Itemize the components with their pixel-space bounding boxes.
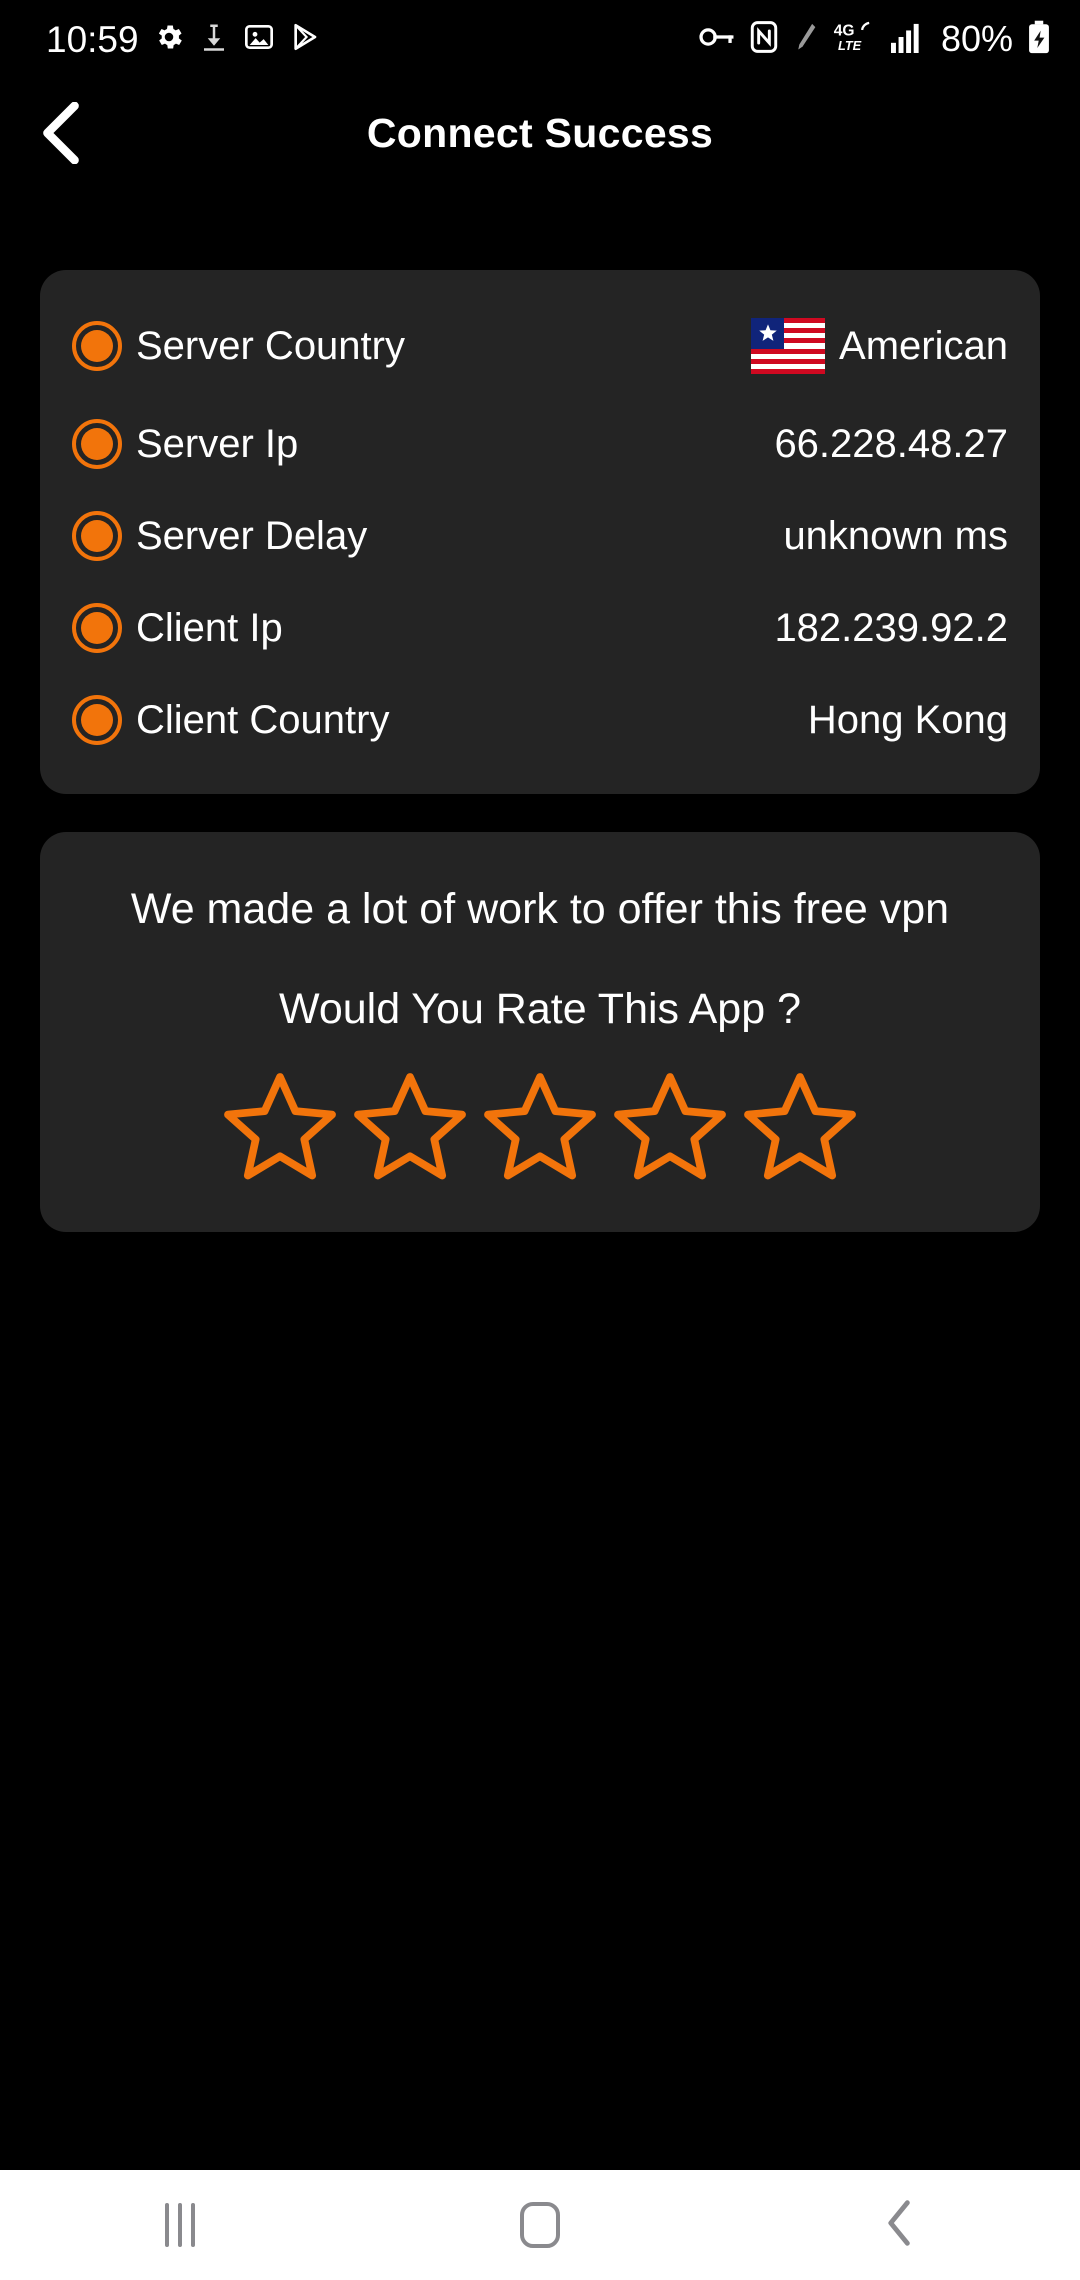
star-4[interactable] xyxy=(608,1064,732,1188)
star-rating[interactable] xyxy=(84,1064,996,1188)
status-bar: 10:59 4G LTE 80% xyxy=(0,0,1080,78)
recents-icon xyxy=(165,2203,195,2247)
bullet-icon xyxy=(72,603,122,653)
home-icon xyxy=(520,2202,560,2248)
info-row-client-country: Client Country Hong Kong xyxy=(72,674,1008,766)
battery-percent-label: 80% xyxy=(940,18,1013,59)
info-row-client-ip: Client Ip 182.239.92.2 xyxy=(72,582,1008,674)
bullet-icon xyxy=(72,695,122,745)
info-value-group: American xyxy=(751,318,1008,374)
info-label: Server Ip xyxy=(136,422,299,466)
svg-text:LTE: LTE xyxy=(838,37,862,52)
liberia-flag-icon xyxy=(751,318,826,374)
star-1[interactable] xyxy=(218,1064,342,1188)
page-title: Connect Success xyxy=(366,109,714,156)
connection-info-card: Server Country American Server Ip 66.228… xyxy=(40,270,1040,794)
back-icon xyxy=(883,2199,917,2252)
bullet-icon xyxy=(72,321,122,371)
info-row-server-delay: Server Delay unknown ms xyxy=(72,490,1008,582)
image-icon xyxy=(243,21,275,58)
rate-app-card: We made a lot of work to offer this free… xyxy=(40,832,1040,1233)
status-bar-left: 10:59 xyxy=(46,21,321,58)
home-button[interactable] xyxy=(440,2170,640,2280)
bullet-icon xyxy=(72,419,122,469)
app-bar: Connect Success xyxy=(0,78,1080,188)
android-navigation-bar xyxy=(0,2170,1080,2280)
download-icon xyxy=(199,21,229,58)
info-row-server-country: Server Country American xyxy=(72,294,1008,398)
info-value: 66.228.48.27 xyxy=(774,422,1008,466)
settings-gear-icon xyxy=(153,21,185,58)
rate-question: Would You Rate This App ? xyxy=(279,985,801,1034)
back-chevron-icon[interactable] xyxy=(18,90,104,176)
info-value: unknown ms xyxy=(783,514,1008,558)
pencil-icon xyxy=(792,21,820,58)
star-5[interactable] xyxy=(738,1064,862,1188)
phone-screen: 10:59 4G LTE 80% Connect Success Server … xyxy=(0,0,1080,2280)
info-value: American xyxy=(839,324,1008,368)
info-value: Hong Kong xyxy=(807,698,1008,742)
bullet-icon xyxy=(72,511,122,561)
info-label: Client Ip xyxy=(136,606,283,650)
back-button[interactable] xyxy=(800,2170,1000,2280)
recents-button[interactable] xyxy=(80,2170,280,2280)
signal-bars-icon xyxy=(890,21,924,58)
info-label: Server Country xyxy=(136,324,405,368)
main-content: Server Country American Server Ip 66.228… xyxy=(0,188,1080,2170)
info-row-server-ip: Server Ip 66.228.48.27 xyxy=(72,398,1008,490)
vpn-key-icon xyxy=(698,22,736,57)
star-2[interactable] xyxy=(348,1064,472,1188)
star-3[interactable] xyxy=(478,1064,602,1188)
info-label: Client Country xyxy=(136,698,390,742)
rate-headline: We made a lot of work to offer this free… xyxy=(130,885,950,933)
play-store-icon xyxy=(289,21,321,58)
info-label: Server Delay xyxy=(136,514,368,558)
status-clock: 10:59 xyxy=(46,18,139,60)
status-bar-right: 4G LTE 80% xyxy=(698,20,1052,59)
nfc-icon xyxy=(749,20,779,58)
battery-charging-icon xyxy=(1026,20,1052,59)
network-4glte-icon: 4G LTE xyxy=(833,20,877,59)
info-value: 182.239.92.2 xyxy=(774,606,1008,650)
